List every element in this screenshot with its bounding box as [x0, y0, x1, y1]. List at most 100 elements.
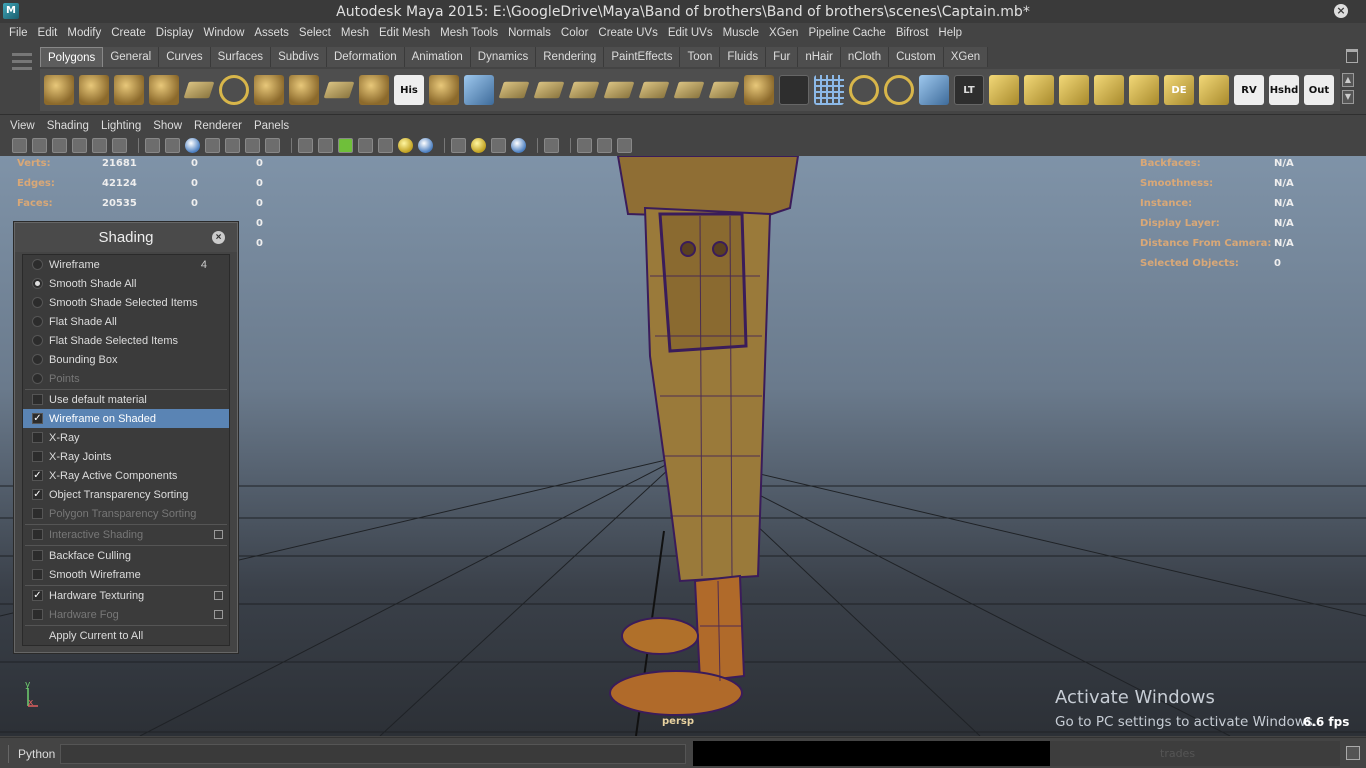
merge-icon[interactable]	[744, 75, 774, 105]
shelf-tab-dynamics[interactable]: Dynamics	[470, 47, 537, 67]
shelf-tab-nhair[interactable]: nHair	[798, 47, 841, 67]
menu-window[interactable]: Window	[198, 27, 249, 39]
display-edges-icon[interactable]: DE	[1164, 75, 1194, 105]
resolution-gate-icon[interactable]	[185, 138, 200, 153]
panel-menu-panels[interactable]: Panels	[248, 120, 295, 132]
field-chart-icon[interactable]	[225, 138, 240, 153]
separate-icon[interactable]	[464, 75, 494, 105]
menu-help[interactable]: Help	[933, 27, 967, 39]
shelf-tab-curves[interactable]: Curves	[159, 47, 211, 67]
shading-option-object-transparency-sorting[interactable]: ✓ Object Transparency Sorting	[23, 485, 229, 504]
menu-mesh[interactable]: Mesh	[336, 27, 374, 39]
poly-cylinder-icon[interactable]	[114, 75, 144, 105]
script-language-toggle[interactable]: Python	[8, 745, 58, 763]
safe-action-icon[interactable]	[245, 138, 260, 153]
panel-menu-view[interactable]: View	[4, 120, 41, 132]
shading-option-apply-current-to-all[interactable]: Apply Current to All	[23, 626, 229, 645]
script-editor-icon[interactable]	[1346, 746, 1360, 760]
option-box-icon[interactable]	[214, 591, 223, 600]
shading-option-smooth-shade-all[interactable]: Smooth Shade All	[23, 274, 229, 293]
scroll-down-icon[interactable]: ▼	[1342, 90, 1354, 104]
menu-edit-uvs[interactable]: Edit UVs	[663, 27, 718, 39]
poly-plane-icon[interactable]	[183, 81, 215, 99]
split-icon[interactable]	[779, 75, 809, 105]
average-vertices-icon[interactable]	[603, 81, 635, 99]
booleans-icon[interactable]	[533, 81, 565, 99]
shelf-tab-fur[interactable]: Fur	[766, 47, 799, 67]
panel-menu-lighting[interactable]: Lighting	[95, 120, 147, 132]
shadows-icon[interactable]	[398, 138, 413, 153]
shelf-tab-animation[interactable]: Animation	[404, 47, 471, 67]
screen-space-ao-icon[interactable]	[418, 138, 433, 153]
shading-option-x-ray[interactable]: X-Ray	[23, 428, 229, 447]
use-all-lights-icon[interactable]	[378, 138, 393, 153]
shading-option-backface-culling[interactable]: Backface Culling	[23, 546, 229, 565]
menu-edit[interactable]: Edit	[33, 27, 63, 39]
uv-planar-icon[interactable]	[1024, 75, 1054, 105]
shading-option-smooth-shade-selected-items[interactable]: Smooth Shade Selected Items	[23, 293, 229, 312]
menu-create-uvs[interactable]: Create UVs	[593, 27, 662, 39]
uv-sphere-icon[interactable]	[1094, 75, 1124, 105]
trash-icon[interactable]	[1346, 49, 1358, 63]
poly-cube-icon[interactable]	[79, 75, 109, 105]
shelf-scroll[interactable]: ▲ ▼	[1342, 73, 1356, 107]
shading-option-flat-shade-all[interactable]: Flat Shade All	[23, 312, 229, 331]
x-ray-joints-icon[interactable]	[597, 138, 612, 153]
menu-bifrost[interactable]: Bifrost	[891, 27, 934, 39]
shading-option-x-ray-joints[interactable]: X-Ray Joints	[23, 447, 229, 466]
transfer-icon[interactable]	[638, 81, 670, 99]
panel-menu-show[interactable]: Show	[147, 120, 188, 132]
shelf-tab-polygons[interactable]: Polygons	[40, 47, 104, 67]
grid-icon[interactable]	[814, 75, 844, 105]
viewport-settings-icon[interactable]	[617, 138, 632, 153]
option-box-icon[interactable]	[214, 530, 223, 539]
shelf-tab-surfaces[interactable]: Surfaces	[210, 47, 272, 67]
anti-aliasing-icon[interactable]	[471, 138, 486, 153]
gate-mask-icon[interactable]	[205, 138, 220, 153]
bookmark-icon[interactable]	[52, 138, 67, 153]
poly-pipe-icon[interactable]	[289, 75, 319, 105]
shelf-tab-ncloth[interactable]: nCloth	[840, 47, 890, 67]
outliner-icon[interactable]: Out	[1304, 75, 1334, 105]
poly-helix-icon[interactable]	[323, 81, 355, 99]
smooth-icon[interactable]	[568, 81, 600, 99]
menu-mesh-tools[interactable]: Mesh Tools	[435, 27, 503, 39]
shelf-tab-toon[interactable]: Toon	[680, 47, 721, 67]
panel-menu-renderer[interactable]: Renderer	[188, 120, 248, 132]
menu-muscle[interactable]: Muscle	[718, 27, 764, 39]
menu-select[interactable]: Select	[294, 27, 336, 39]
close-panel-icon[interactable]: ×	[212, 231, 225, 244]
grease-pencil-icon[interactable]	[112, 138, 127, 153]
command-input[interactable]	[60, 744, 686, 764]
shading-option-wireframe[interactable]: Wireframe 4	[23, 255, 229, 274]
uv-map-icon[interactable]	[989, 75, 1019, 105]
shelf-tab-subdivs[interactable]: Subdivs	[271, 47, 327, 67]
motion-blur-icon[interactable]	[451, 138, 466, 153]
lasso-tool-icon[interactable]: LT	[954, 75, 984, 105]
option-box-icon[interactable]	[214, 610, 223, 619]
shading-option-use-default-material[interactable]: Use default material	[23, 390, 229, 409]
menu-create[interactable]: Create	[106, 27, 151, 39]
shading-option-hardware-texturing[interactable]: ✓ Hardware Texturing	[23, 586, 229, 605]
depth-of-field-icon[interactable]	[491, 138, 506, 153]
shading-option-flat-shade-selected-items[interactable]: Flat Shade Selected Items	[23, 331, 229, 350]
close-window-icon[interactable]: ×	[1334, 4, 1348, 18]
shelf-tab-custom[interactable]: Custom	[889, 47, 944, 67]
poly-sphere-icon[interactable]	[44, 75, 74, 105]
select-camera-icon[interactable]	[12, 138, 27, 153]
film-gate-icon[interactable]	[165, 138, 180, 153]
x-ray-icon[interactable]	[544, 138, 559, 153]
shelf-tab-general[interactable]: General	[103, 47, 160, 67]
history-icon[interactable]: His	[394, 75, 424, 105]
combine-icon[interactable]	[429, 75, 459, 105]
panel-menu-shading[interactable]: Shading	[41, 120, 95, 132]
uv-layout-icon[interactable]	[1199, 75, 1229, 105]
shelf-tab-xgen[interactable]: XGen	[943, 47, 989, 67]
rotate-icon[interactable]	[884, 75, 914, 105]
poly-torus-icon[interactable]	[219, 75, 249, 105]
safe-title-icon[interactable]	[265, 138, 280, 153]
x-ray-active-components-icon[interactable]	[577, 138, 592, 153]
isolate-select-icon[interactable]	[511, 138, 526, 153]
scroll-up-icon[interactable]: ▲	[1342, 73, 1354, 87]
extract-icon[interactable]	[498, 81, 530, 99]
